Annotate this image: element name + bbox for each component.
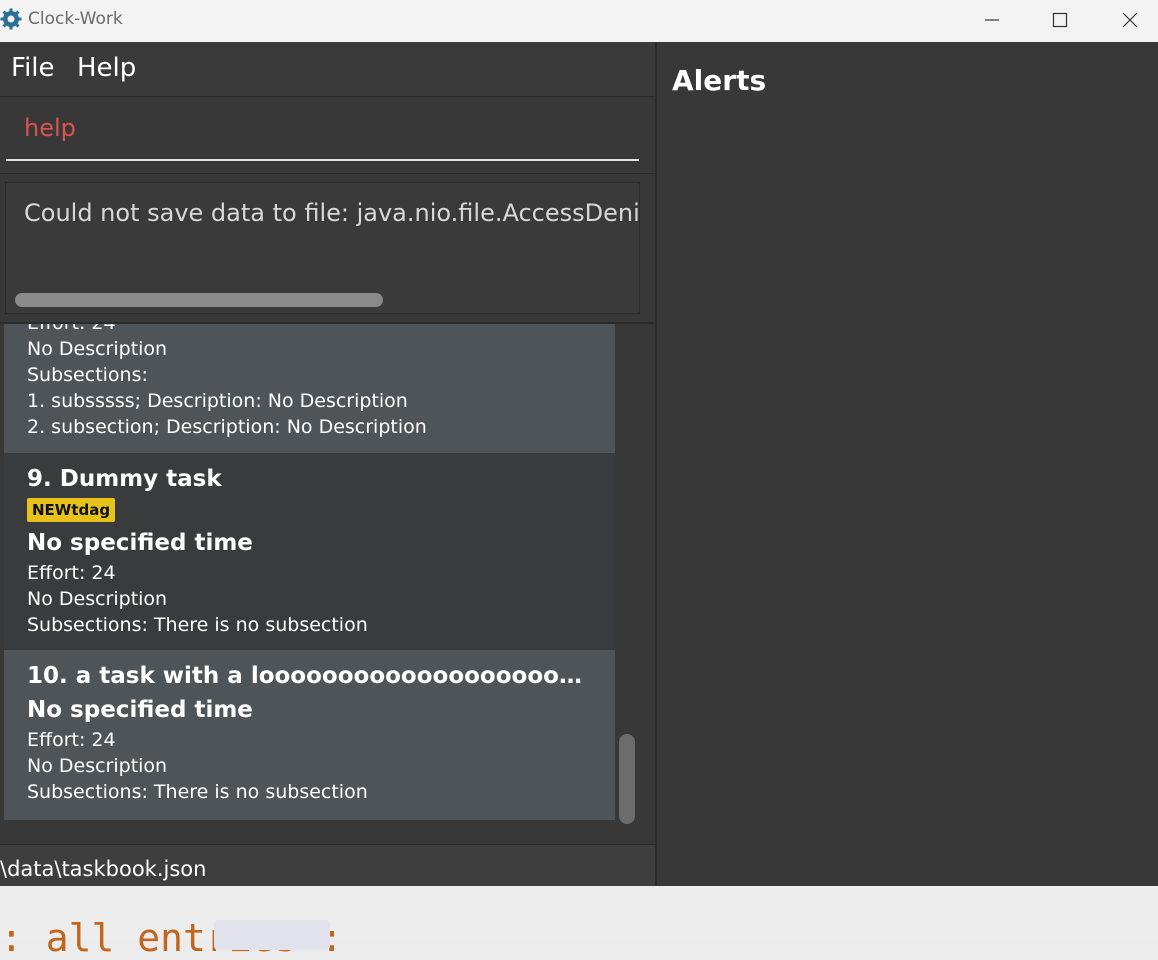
horizontal-scrollbar[interactable] xyxy=(15,293,383,307)
task-title: 9. Dummy task xyxy=(27,466,222,492)
gear-icon xyxy=(0,8,22,30)
close-button[interactable] xyxy=(1100,0,1158,40)
result-text: Could not save data to file: java.nio.fi… xyxy=(24,199,640,227)
task-subsection-item: 1. subsssss; Description: No Description xyxy=(27,390,408,412)
background-page: : all entries : xyxy=(0,886,1158,960)
task-card[interactable]: 9. Dummy task NEWtdag No specified time … xyxy=(4,453,615,650)
task-effort: Effort: 24 xyxy=(27,324,615,336)
main-panel: File Help Could not save data to file: j… xyxy=(0,42,655,887)
task-card[interactable]: Effort: 24 No Description Subsections: 1… xyxy=(4,324,615,453)
alerts-panel: Alerts xyxy=(657,42,1158,886)
task-time: No specified time xyxy=(27,697,253,723)
result-display-panel: Could not save data to file: java.nio.fi… xyxy=(0,174,655,324)
app-window: File Help Could not save data to file: j… xyxy=(0,42,1158,887)
window-title: Clock-Work xyxy=(28,9,123,29)
task-card[interactable]: 10. a task with a looooooooooooooooooooo… xyxy=(4,650,615,820)
task-description: No Description xyxy=(27,588,168,610)
minimize-icon xyxy=(985,19,999,21)
task-subsections: Subsections: There is no subsection xyxy=(27,614,368,636)
task-description: No Description xyxy=(27,338,168,360)
task-time: No specified time xyxy=(27,530,253,556)
title-bar: Clock-Work xyxy=(0,0,1158,42)
task-subsection-item: 2. subsection; Description: No Descripti… xyxy=(27,416,427,438)
task-title: 10. a task with a looooooooooooooooooooo… xyxy=(27,663,597,689)
alerts-title: Alerts xyxy=(672,64,767,97)
save-location: \data\taskbook.json xyxy=(0,857,207,881)
close-icon xyxy=(1122,12,1138,28)
maximize-button[interactable] xyxy=(1030,0,1090,40)
task-effort: Effort: 24 xyxy=(27,562,116,584)
menu-bar: File Help xyxy=(0,42,655,97)
maximize-icon xyxy=(1052,12,1068,28)
background-code-snippet xyxy=(214,920,330,950)
task-tag: NEWtdag xyxy=(27,498,116,522)
minimize-button[interactable] xyxy=(962,0,1022,40)
menu-file[interactable]: File xyxy=(11,53,55,83)
vertical-scrollbar[interactable] xyxy=(619,734,635,824)
result-display: Could not save data to file: java.nio.fi… xyxy=(5,182,640,314)
task-subsections-label: Subsections: xyxy=(27,364,148,386)
task-list: Effort: 24 No Description Subsections: 1… xyxy=(0,324,655,844)
command-box xyxy=(0,97,655,175)
task-subsections: Subsections: There is no subsection xyxy=(27,781,368,803)
command-input[interactable] xyxy=(6,97,639,161)
menu-help[interactable]: Help xyxy=(77,53,136,83)
task-effort: Effort: 24 xyxy=(27,729,116,751)
task-description: No Description xyxy=(27,755,168,777)
status-bar: \data\taskbook.json xyxy=(0,844,655,887)
